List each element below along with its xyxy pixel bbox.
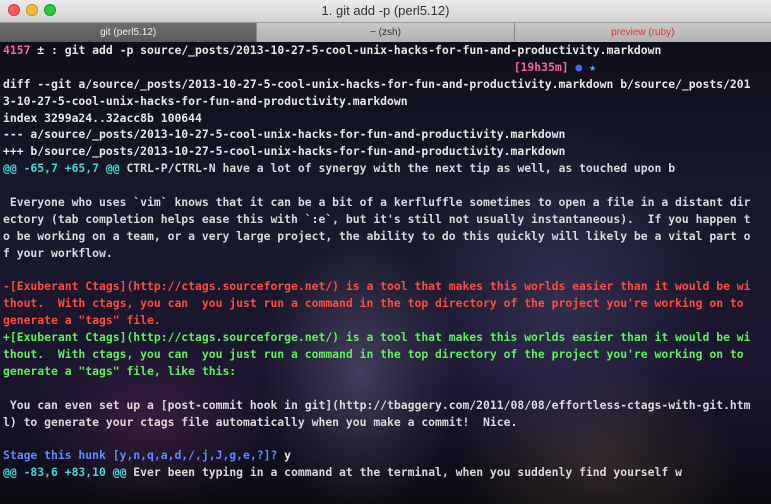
diff-header-line: --- a/source/_posts/2013-10-27-5-cool-un… (3, 127, 566, 142)
context-line (0, 380, 771, 397)
diff-header-line: index 3299a24..32acc8b 100644 (3, 110, 202, 125)
removed-line: -[Exuberant Ctags](http://ctags.sourcefo… (3, 279, 751, 294)
hunk-context: CTRL-P/CTRL-N have a lot of synergy with… (119, 161, 676, 176)
git-status-star-icon: ★ (589, 59, 596, 74)
added-line: thout. With ctags, you can you just run … (3, 347, 744, 362)
tab-zsh[interactable]: ~ (zsh) (257, 23, 515, 42)
hunk-range: @@ -65,7 +65,7 @@ (3, 161, 120, 176)
hunk-header: @@ -83,6 +83,10 @@ Ever been typing in a… (0, 464, 771, 481)
removed-line: thout. With ctags, you can you just run … (3, 296, 744, 311)
prompt-command: : git add -p source/_posts/2013-10-27-5-… (51, 43, 662, 57)
stage-question: Stage this hunk [y,n,q,a,d,/,j,J,g,e,?]? (3, 448, 278, 463)
prompt-history-number: 4157 (3, 43, 31, 57)
window-title: 1. git add -p (perl5.12) (321, 3, 450, 18)
added-line: +[Exuberant Ctags](http://ctags.sourcefo… (3, 330, 751, 345)
hunk-context: Ever been typing in a command at the ter… (126, 465, 682, 480)
prompt-time: [19h35m] (513, 59, 569, 74)
context-line (0, 430, 771, 447)
diff-header-line: +++ b/source/_posts/2013-10-27-5-cool-un… (3, 144, 566, 159)
title-bar: 1. git add -p (perl5.12) (0, 0, 771, 23)
context-line: f your workflow. (3, 245, 113, 260)
context-line (0, 262, 771, 279)
context-line (0, 177, 771, 194)
terminal-window: 1. git add -p (perl5.12) git (perl5.12) … (0, 0, 771, 504)
context-line: Everyone who uses `vim` knows that it ca… (3, 195, 751, 210)
stage-answer[interactable]: y (277, 448, 291, 462)
tab-bar: git (perl5.12) ~ (zsh) preview (ruby) (0, 23, 771, 43)
tab-git[interactable]: git (perl5.12) (0, 23, 258, 42)
context-line: You can even set up a [post-commit hook … (3, 397, 751, 412)
diff-header-line: diff --git a/source/_posts/2013-10-27-5-… (3, 76, 751, 91)
hunk-range: @@ -83,6 +83,10 @@ (3, 465, 127, 480)
git-status-dot-icon: ● (575, 59, 583, 74)
context-line: o be working on a team, or a very large … (3, 228, 751, 243)
tab-preview[interactable]: preview (ruby) (515, 23, 771, 42)
diff-header-line: 3-10-27-5-cool-unix-hacks-for-fun-and-pr… (3, 93, 408, 108)
added-line: generate a "tags" file, like this: (3, 363, 237, 378)
context-line: ectory (tab completion helps ease this w… (3, 211, 751, 226)
context-line: l) to generate your ctags file automatic… (3, 414, 518, 429)
right-prompt: [19h35m] ● ★ (0, 59, 771, 76)
terminal-output[interactable]: 4157 ± : git add -p source/_posts/2013-1… (0, 42, 771, 504)
hunk-header: @@ -65,7 +65,7 @@ CTRL-P/CTRL-N have a l… (0, 160, 771, 177)
prompt-symbol: ± (30, 43, 52, 57)
stage-prompt: Stage this hunk [y,n,q,a,d,/,j,J,g,e,?]?… (0, 447, 771, 464)
shell-prompt-line: 4157 ± : git add -p source/_posts/2013-1… (0, 42, 771, 59)
removed-line: generate a "tags" file. (3, 313, 161, 328)
